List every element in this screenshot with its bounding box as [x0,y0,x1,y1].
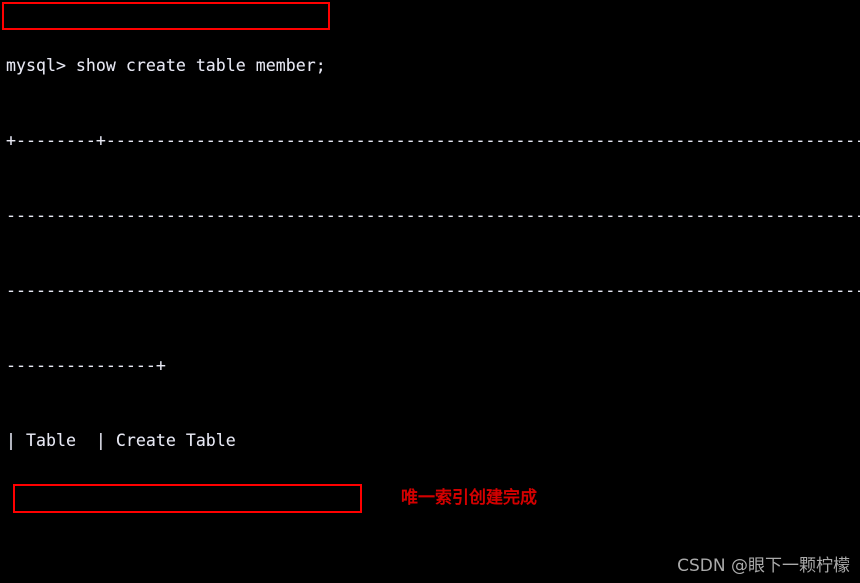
terminal-line-separator-top-3: ----------------------------------------… [6,281,860,300]
terminal-line-separator-top-4: ---------------+ [6,356,166,375]
terminal-line-separator-top-2: ----------------------------------------… [6,206,860,225]
terminal-window[interactable]: mysql> show create table member; +------… [0,0,860,583]
terminal-line-command: mysql> show create table member; [6,56,326,75]
watermark-csdn: CSDN @眼下一颗柠檬 [677,556,850,576]
terminal-line-header: | Table | Create Table [6,431,236,450]
terminal-line-separator-bottom-partial: +--------+--- [6,578,860,583]
annotation-note-unique-index: 唯一索引创建完成 [401,488,537,508]
terminal-line-separator-top-1: +--------+------------------------------… [6,131,860,150]
